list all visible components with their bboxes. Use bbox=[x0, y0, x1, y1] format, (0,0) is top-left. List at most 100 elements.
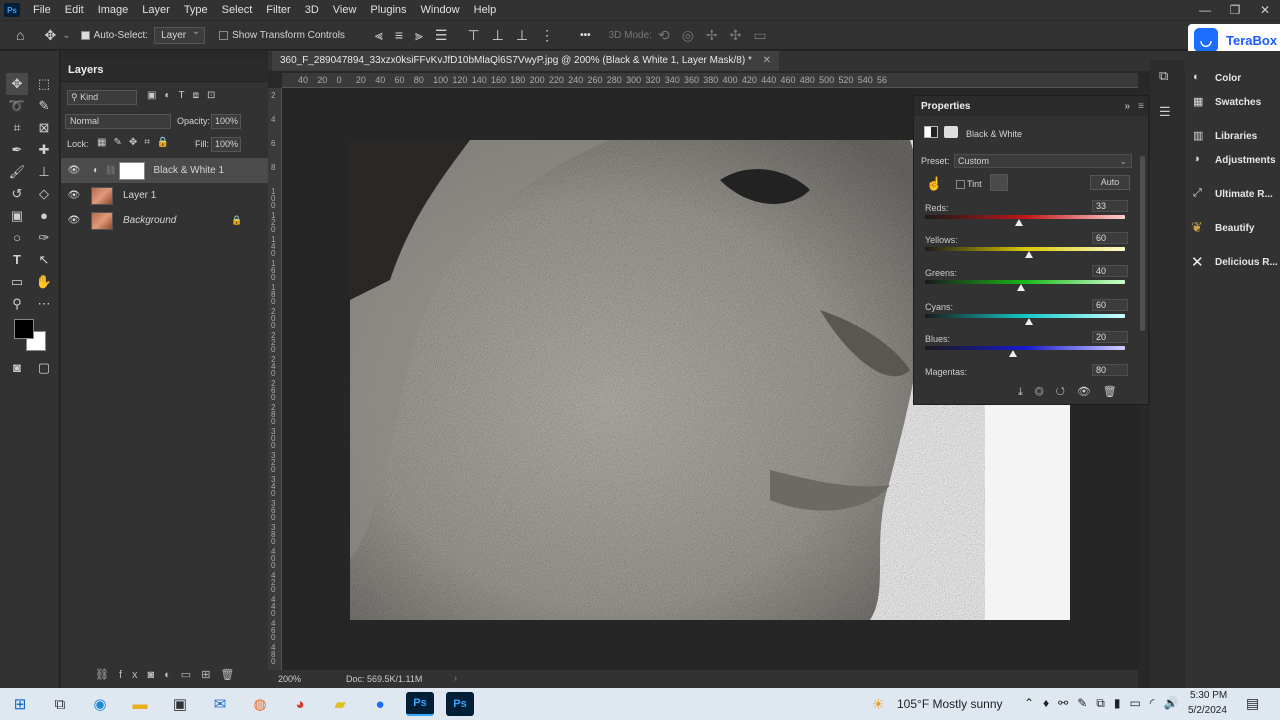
task-view-icon[interactable]: ⧉ bbox=[46, 692, 74, 716]
menu-file[interactable]: File bbox=[26, 4, 58, 16]
more-options-button[interactable]: ••• bbox=[580, 30, 591, 41]
history-brush-tool-icon[interactable]: ↺ bbox=[6, 183, 28, 205]
color-icon[interactable]: ◐ bbox=[1193, 71, 1200, 83]
spot-heal-tool-icon[interactable]: ✚ bbox=[33, 139, 55, 161]
menu-window[interactable]: Window bbox=[414, 4, 467, 16]
auto-select-checkbox[interactable] bbox=[80, 30, 90, 40]
zoom-level[interactable]: 200% bbox=[278, 674, 301, 684]
restore-button[interactable]: ❐ bbox=[1220, 0, 1250, 20]
layer-row-background[interactable]: 👁 Background 🔒 bbox=[61, 208, 268, 233]
properties-scrollbar[interactable] bbox=[1140, 156, 1145, 331]
lock-icons[interactable]: ▦✎✥⌗🔒 bbox=[97, 137, 176, 148]
align-center-icon[interactable]: ≡ bbox=[395, 27, 403, 43]
mail-icon[interactable]: ✉ bbox=[206, 692, 234, 716]
windows-start-icon[interactable]: ⊞ bbox=[6, 692, 34, 716]
file-explorer-icon[interactable]: ▬ bbox=[126, 692, 154, 716]
transform-controls-checkbox[interactable] bbox=[219, 30, 229, 40]
align-right-icon[interactable]: ⫸ bbox=[415, 27, 423, 44]
panel-menu-icon[interactable]: ≡ bbox=[1138, 101, 1144, 112]
sticky-notes-icon[interactable]: ▰ bbox=[326, 692, 354, 716]
brush-tool-icon[interactable]: 🖌 bbox=[6, 161, 28, 183]
screen-mode-icon[interactable]: ▢ bbox=[33, 357, 55, 379]
home-icon[interactable]: ⌂ bbox=[16, 27, 24, 43]
panel-beautify[interactable]: Beautify bbox=[1215, 223, 1254, 234]
eraser-tool-icon[interactable]: ◇ bbox=[33, 183, 55, 205]
slider-value-input[interactable]: 33 bbox=[1092, 200, 1128, 212]
menu-type[interactable]: Type bbox=[177, 4, 215, 16]
chrome-icon[interactable]: ◕ bbox=[286, 692, 314, 716]
panel-color[interactable]: Color bbox=[1215, 73, 1241, 84]
status-expand-icon[interactable]: › bbox=[454, 673, 457, 683]
eyedropper-tool-icon[interactable]: ✒ bbox=[6, 139, 28, 161]
move-tool-icon[interactable]: ✥ bbox=[6, 73, 28, 95]
adjustment-properties-icon[interactable] bbox=[924, 126, 938, 138]
properties-footer-icons[interactable]: ⤓◎↺👁🗑 bbox=[1018, 385, 1129, 399]
slider-thumb[interactable] bbox=[1009, 350, 1017, 357]
layers-footer-icons[interactable]: ⛓fx◙◐▭⊞🗑 bbox=[95, 668, 244, 681]
slider-value-input[interactable]: 20 bbox=[1092, 331, 1128, 343]
move-tool-icon[interactable]: ✥ bbox=[44, 27, 56, 44]
align-middle-icon[interactable]: ⊥ bbox=[492, 27, 504, 44]
panel-adjustments[interactable]: Adjustments bbox=[1215, 155, 1276, 166]
quick-mask-icon[interactable]: ◙ bbox=[6, 357, 28, 379]
store-icon[interactable]: ▣ bbox=[166, 692, 194, 716]
doc-size-info[interactable]: Doc: 569.5K/1.11M bbox=[346, 674, 422, 684]
photoshop-taskbar-icon[interactable]: Ps bbox=[406, 692, 434, 716]
menu-view[interactable]: View bbox=[326, 4, 364, 16]
menu-filter[interactable]: Filter bbox=[259, 4, 297, 16]
menu-edit[interactable]: Edit bbox=[58, 4, 91, 16]
menu-plugins[interactable]: Plugins bbox=[363, 4, 413, 16]
clock-date[interactable]: 5/2/2024 bbox=[1188, 705, 1227, 716]
filter-icons[interactable]: ▣◐T⧈⊡ bbox=[147, 90, 223, 101]
minimize-button[interactable]: — bbox=[1190, 0, 1220, 20]
panel-ultimate-retouch[interactable]: Ultimate R... bbox=[1215, 189, 1273, 200]
blend-mode-dropdown[interactable]: Normal bbox=[65, 114, 171, 129]
blur-tool-icon[interactable]: ● bbox=[33, 205, 55, 227]
marquee-tool-icon[interactable]: ⬚ bbox=[33, 73, 55, 95]
visibility-eye-icon[interactable]: 👁 bbox=[65, 215, 83, 226]
slider-track[interactable] bbox=[925, 215, 1125, 219]
properties-toggle-icon[interactable]: ☰ bbox=[1159, 104, 1171, 120]
libraries-icon[interactable]: ▥ bbox=[1193, 129, 1203, 142]
layer-mask-thumbnail[interactable] bbox=[119, 161, 146, 180]
ultimate-retouch-icon[interactable]: ⤢ bbox=[1193, 187, 1202, 200]
fill-input[interactable]: 100% bbox=[211, 137, 241, 152]
document-tab[interactable]: 360_F_289047894_33xzx0ksiFFvKvJfD10bMlaQ… bbox=[272, 51, 780, 71]
opacity-input[interactable]: 100% bbox=[211, 114, 241, 129]
align-left-icon[interactable]: ⫷ bbox=[375, 27, 383, 44]
layer-row-layer1[interactable]: 👁 Layer 1 bbox=[61, 183, 268, 208]
photoshop-taskbar-icon-2[interactable]: Ps bbox=[446, 692, 474, 716]
slider-thumb[interactable] bbox=[1025, 318, 1033, 325]
frame-tool-icon[interactable]: ⊠ bbox=[33, 117, 55, 139]
rectangle-tool-icon[interactable]: ▭ bbox=[6, 271, 28, 293]
slider-thumb[interactable] bbox=[1015, 219, 1023, 226]
filter-kind-dropdown[interactable]: ⚲ Kind bbox=[67, 90, 137, 105]
system-tray-icons[interactable]: ⌃♦⚯✎⧉▮▭◜🔊 bbox=[1024, 696, 1187, 711]
zoom-app-icon[interactable]: ● bbox=[366, 692, 394, 716]
layers-panel-title[interactable]: Layers bbox=[68, 64, 103, 76]
swatches-icon[interactable]: ▦ bbox=[1193, 95, 1203, 108]
align-top-icon[interactable]: ⊤ bbox=[467, 27, 479, 44]
menu-select[interactable]: Select bbox=[215, 4, 260, 16]
preset-dropdown[interactable]: Custom ⌄ bbox=[954, 154, 1132, 168]
menu-layer[interactable]: Layer bbox=[135, 4, 177, 16]
notifications-icon[interactable]: ▤ bbox=[1246, 695, 1259, 712]
firefox-icon[interactable]: ◍ bbox=[246, 692, 274, 716]
menu-3d[interactable]: 3D bbox=[298, 4, 326, 16]
hand-tool-icon[interactable]: ✋ bbox=[33, 271, 55, 293]
slider-track[interactable] bbox=[925, 280, 1125, 284]
targeted-adjustment-hand-icon[interactable]: ☝ bbox=[926, 176, 942, 192]
slider-value-input[interactable]: 60 bbox=[1092, 232, 1128, 244]
slider-thumb[interactable] bbox=[1025, 251, 1033, 258]
auto-select-dropdown[interactable]: Layer bbox=[154, 26, 206, 44]
beautify-icon[interactable]: ❦ bbox=[1191, 219, 1203, 236]
panel-libraries[interactable]: Libraries bbox=[1215, 131, 1257, 142]
collapse-panel-icon[interactable]: » bbox=[1124, 101, 1130, 112]
tint-color-swatch[interactable] bbox=[990, 174, 1008, 191]
auto-button[interactable]: Auto bbox=[1090, 175, 1130, 190]
layer-row-black-white[interactable]: 👁 ◐ ⛓ Black & White 1 bbox=[61, 158, 268, 183]
adjustments-icon[interactable]: ◑ bbox=[1193, 153, 1200, 165]
menu-help[interactable]: Help bbox=[467, 4, 504, 16]
lasso-tool-icon[interactable]: ➰ bbox=[6, 95, 28, 117]
quick-select-tool-icon[interactable]: ✎ bbox=[33, 95, 55, 117]
